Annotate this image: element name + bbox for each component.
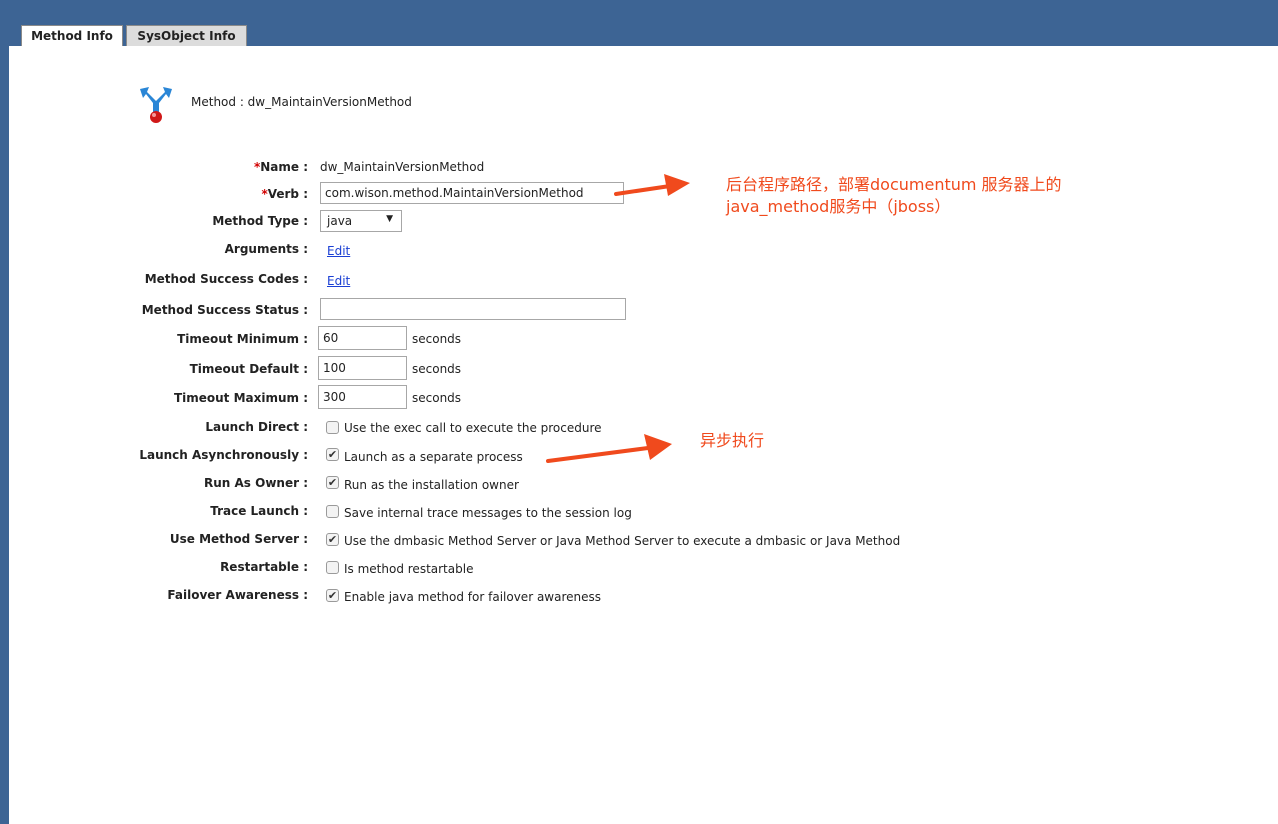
timeout-default-input[interactable] — [318, 356, 407, 380]
restartable-checkbox[interactable] — [326, 561, 339, 574]
success-codes-label: Method Success Codes : — [144, 272, 308, 286]
name-label: *Name : — [253, 160, 308, 174]
run-as-owner-label: Run As Owner : — [204, 476, 308, 490]
launch-async-checkbox[interactable]: ✔ — [326, 448, 339, 461]
failover-text: Enable java method for failover awarenes… — [344, 590, 602, 604]
timeout-default-label: Timeout Default : — [189, 362, 308, 376]
tab-sysobject-info[interactable]: SysObject Info — [126, 25, 247, 46]
timeout-max-label: Timeout Maximum : — [173, 391, 308, 405]
method-type-label: Method Type : — [212, 214, 308, 228]
use-method-server-label: Use Method Server : — [169, 532, 308, 546]
failover-label: Failover Awareness : — [167, 588, 308, 602]
verb-label: *Verb : — [261, 187, 308, 201]
chevron-down-icon: ▼ — [386, 214, 393, 224]
success-codes-edit-link[interactable]: Edit — [327, 274, 350, 288]
run-as-owner-text: Run as the installation owner — [344, 478, 519, 492]
restartable-label: Restartable : — [220, 560, 308, 574]
trace-launch-label: Trace Launch : — [210, 504, 308, 518]
timeout-min-input[interactable] — [318, 326, 407, 350]
verb-annotation-line1: 后台程序路径，部署documentum 服务器上的 — [726, 175, 1062, 194]
tab-method-info[interactable]: Method Info — [21, 25, 123, 46]
launch-async-label: Launch Asynchronously : — [139, 448, 308, 462]
trace-launch-checkbox[interactable] — [326, 505, 339, 518]
trace-launch-text: Save internal trace messages to the sess… — [344, 506, 632, 520]
launch-direct-label: Launch Direct : — [205, 420, 308, 434]
method-type-value: java — [327, 214, 353, 228]
timeout-min-unit: seconds — [412, 332, 462, 346]
launch-direct-checkbox[interactable] — [326, 421, 339, 434]
async-annotation: 异步执行 — [700, 431, 765, 450]
timeout-default-unit: seconds — [412, 362, 462, 376]
timeout-max-input[interactable] — [318, 385, 407, 409]
run-as-owner-checkbox[interactable]: ✔ — [326, 476, 339, 489]
main-content — [9, 46, 1278, 824]
left-border — [0, 46, 9, 824]
use-method-server-text: Use the dmbasic Method Server or Java Me… — [344, 534, 901, 548]
timeout-min-label: Timeout Minimum : — [177, 332, 308, 346]
success-status-input[interactable] — [320, 298, 626, 320]
success-status-label: Method Success Status : — [141, 303, 308, 317]
name-value: dw_MaintainVersionMethod — [320, 160, 485, 174]
page-title: Method : dw_MaintainVersionMethod — [191, 95, 412, 109]
launch-direct-text: Use the exec call to execute the procedu… — [344, 421, 602, 435]
failover-checkbox[interactable]: ✔ — [326, 589, 339, 602]
arguments-label: Arguments : — [224, 242, 308, 256]
launch-async-text: Launch as a separate process — [344, 450, 523, 464]
verb-input[interactable] — [320, 182, 624, 204]
method-icon — [140, 87, 172, 123]
timeout-max-unit: seconds — [412, 391, 462, 405]
verb-annotation-line2: java_method服务中（jboss） — [726, 197, 951, 216]
method-type-select[interactable]: java ▼ — [320, 210, 402, 232]
use-method-server-checkbox[interactable]: ✔ — [326, 533, 339, 546]
arguments-edit-link[interactable]: Edit — [327, 244, 350, 258]
restartable-text: Is method restartable — [344, 562, 474, 576]
